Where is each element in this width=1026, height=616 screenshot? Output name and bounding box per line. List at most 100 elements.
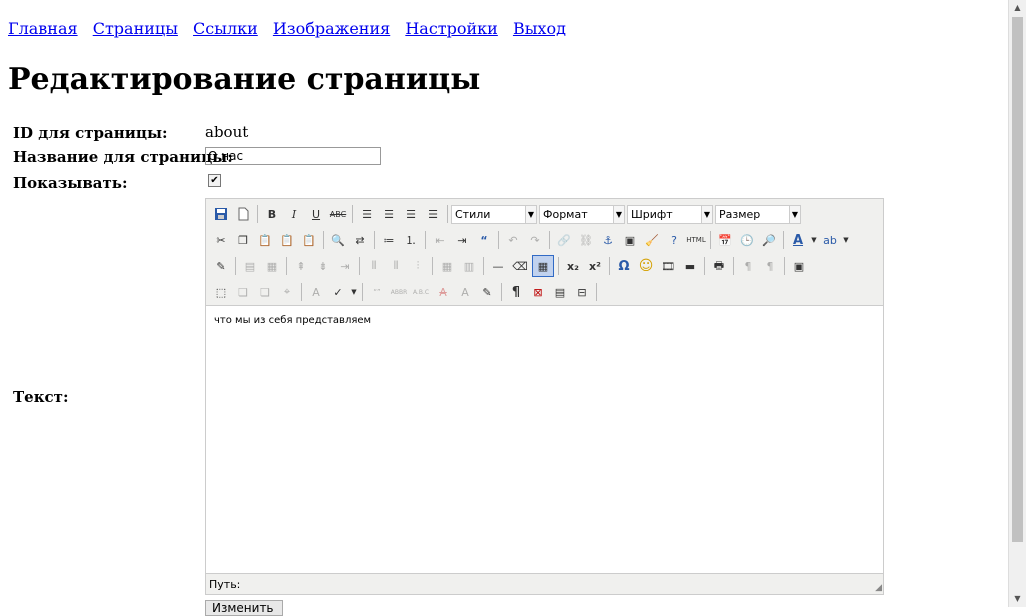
font-select[interactable]: Шрифт ▼: [627, 204, 713, 224]
blockquote-icon[interactable]: “: [474, 230, 494, 250]
subscript-icon[interactable]: x₂: [563, 256, 583, 276]
page-name-input[interactable]: О нас: [205, 147, 381, 165]
editor-content-area[interactable]: что мы из себя представляем: [206, 305, 883, 574]
cell-props-icon[interactable]: ▦: [262, 256, 282, 276]
indent-icon[interactable]: ⇥: [452, 230, 472, 250]
split-cells-icon[interactable]: ▦: [437, 256, 457, 276]
insert-time-icon[interactable]: 🕒: [737, 230, 757, 250]
anchor-icon[interactable]: ⚓: [598, 230, 618, 250]
nav-link-links[interactable]: Ссылки: [193, 19, 258, 38]
format-select[interactable]: Формат ▼: [539, 204, 625, 224]
undo-icon[interactable]: ↶: [503, 230, 523, 250]
nav-link-pages[interactable]: Страницы: [93, 19, 178, 38]
copy-icon[interactable]: ❐: [233, 230, 253, 250]
html-source-button[interactable]: HTML: [686, 230, 706, 250]
help-icon[interactable]: ?: [664, 230, 684, 250]
chevron-down-icon[interactable]: ▼: [810, 230, 818, 250]
nonbreaking-icon[interactable]: ⊠: [528, 282, 548, 302]
move-backward-icon[interactable]: ❏: [255, 282, 275, 302]
styles-select[interactable]: Стили ▼: [451, 204, 537, 224]
ins-icon[interactable]: A: [455, 282, 475, 302]
chevron-down-icon[interactable]: ▼: [842, 230, 850, 250]
special-char-icon[interactable]: Ω: [614, 256, 634, 276]
paste-text-icon[interactable]: 📋: [277, 230, 297, 250]
align-justify-icon[interactable]: ☰: [423, 204, 443, 224]
element-path: Путь:: [209, 578, 241, 591]
visual-aid-icon[interactable]: ▦: [532, 255, 554, 277]
preview-icon[interactable]: 🔎: [759, 230, 779, 250]
merge-cells-icon[interactable]: ▥: [459, 256, 479, 276]
scroll-down-icon[interactable]: ▼: [1009, 591, 1026, 607]
paste-icon[interactable]: 📋: [255, 230, 275, 250]
bullet-list-icon[interactable]: ≔: [379, 230, 399, 250]
new-document-icon[interactable]: [233, 204, 253, 224]
vertical-scrollbar[interactable]: ▲ ▼: [1008, 0, 1026, 607]
spellcheck-icon[interactable]: ✓: [328, 282, 348, 302]
submit-button[interactable]: Изменить: [205, 600, 283, 616]
paste-word-icon[interactable]: 📋: [299, 230, 319, 250]
nav-link-home[interactable]: Главная: [8, 19, 78, 38]
size-select[interactable]: Размер ▼: [715, 204, 801, 224]
nav-link-settings[interactable]: Настройки: [405, 19, 498, 38]
absolute-icon[interactable]: ⌖: [277, 282, 297, 302]
show-checkbox[interactable]: ✔: [208, 174, 221, 187]
text-color-icon[interactable]: A: [788, 230, 808, 250]
pagebreak-icon[interactable]: ⊟: [572, 282, 592, 302]
row-props-icon[interactable]: ▤: [240, 256, 260, 276]
fullscreen-icon[interactable]: ▣: [789, 256, 809, 276]
insert-layer-icon[interactable]: ⬚: [211, 282, 231, 302]
delete-row-icon[interactable]: ⇥: [335, 256, 355, 276]
align-left-icon[interactable]: ☰: [357, 204, 377, 224]
underline-icon[interactable]: U: [306, 204, 326, 224]
show-blocks-icon[interactable]: ¶: [506, 282, 526, 302]
strikethrough-icon[interactable]: ABC: [328, 204, 348, 224]
emoticon-icon[interactable]: ☺: [636, 256, 656, 276]
cleanup-icon[interactable]: 🧹: [642, 230, 662, 250]
insert-row-after-icon[interactable]: ⇟: [313, 256, 333, 276]
separator: [549, 231, 550, 249]
insert-col-before-icon[interactable]: ⫴: [364, 256, 384, 276]
scroll-thumb[interactable]: [1012, 17, 1023, 542]
insert-col-after-icon[interactable]: ⫴: [386, 256, 406, 276]
delete-col-icon[interactable]: ⫶: [408, 256, 428, 276]
numbered-list-icon[interactable]: ⒈: [401, 230, 421, 250]
insert-row-before-icon[interactable]: ⇞: [291, 256, 311, 276]
align-right-icon[interactable]: ☰: [401, 204, 421, 224]
del-icon[interactable]: A: [433, 282, 453, 302]
acronym-icon[interactable]: A.B.C: [411, 282, 431, 302]
chevron-down-icon[interactable]: ▼: [350, 282, 358, 302]
print-icon[interactable]: 🖶: [709, 256, 729, 276]
superscript-icon[interactable]: x²: [585, 256, 605, 276]
move-forward-icon[interactable]: ❏: [233, 282, 253, 302]
save-icon[interactable]: [211, 204, 231, 224]
cite-icon[interactable]: “”: [367, 282, 387, 302]
table-icon[interactable]: ✎: [211, 256, 231, 276]
remove-format-icon[interactable]: ⌫: [510, 256, 530, 276]
ltr-icon[interactable]: ¶: [738, 256, 758, 276]
insert-date-icon[interactable]: 📅: [715, 230, 735, 250]
unlink-icon[interactable]: ⛓: [576, 230, 596, 250]
redo-icon[interactable]: ↷: [525, 230, 545, 250]
abbr-icon[interactable]: ABBR: [389, 282, 409, 302]
align-center-icon[interactable]: ☰: [379, 204, 399, 224]
advanced-hr-icon[interactable]: ▬: [680, 256, 700, 276]
attributes-icon[interactable]: ✎: [477, 282, 497, 302]
bold-icon[interactable]: B: [262, 204, 282, 224]
scroll-up-icon[interactable]: ▲: [1009, 0, 1026, 16]
italic-icon[interactable]: I: [284, 204, 304, 224]
find-icon[interactable]: 🔍: [328, 230, 348, 250]
template-icon[interactable]: ▤: [550, 282, 570, 302]
link-icon[interactable]: 🔗: [554, 230, 574, 250]
image-icon[interactable]: ▣: [620, 230, 640, 250]
resize-grip-icon[interactable]: ◢: [875, 583, 882, 593]
horizontal-rule-icon[interactable]: —: [488, 256, 508, 276]
media-icon[interactable]: 🎞: [658, 256, 678, 276]
nav-link-logout[interactable]: Выход: [513, 19, 566, 38]
outdent-icon[interactable]: ⇤: [430, 230, 450, 250]
nav-link-images[interactable]: Изображения: [273, 19, 390, 38]
cut-icon[interactable]: ✂: [211, 230, 231, 250]
style-props-icon[interactable]: A: [306, 282, 326, 302]
rtl-icon[interactable]: ¶: [760, 256, 780, 276]
highlight-color-icon[interactable]: ab: [820, 230, 840, 250]
replace-icon[interactable]: ⇄: [350, 230, 370, 250]
